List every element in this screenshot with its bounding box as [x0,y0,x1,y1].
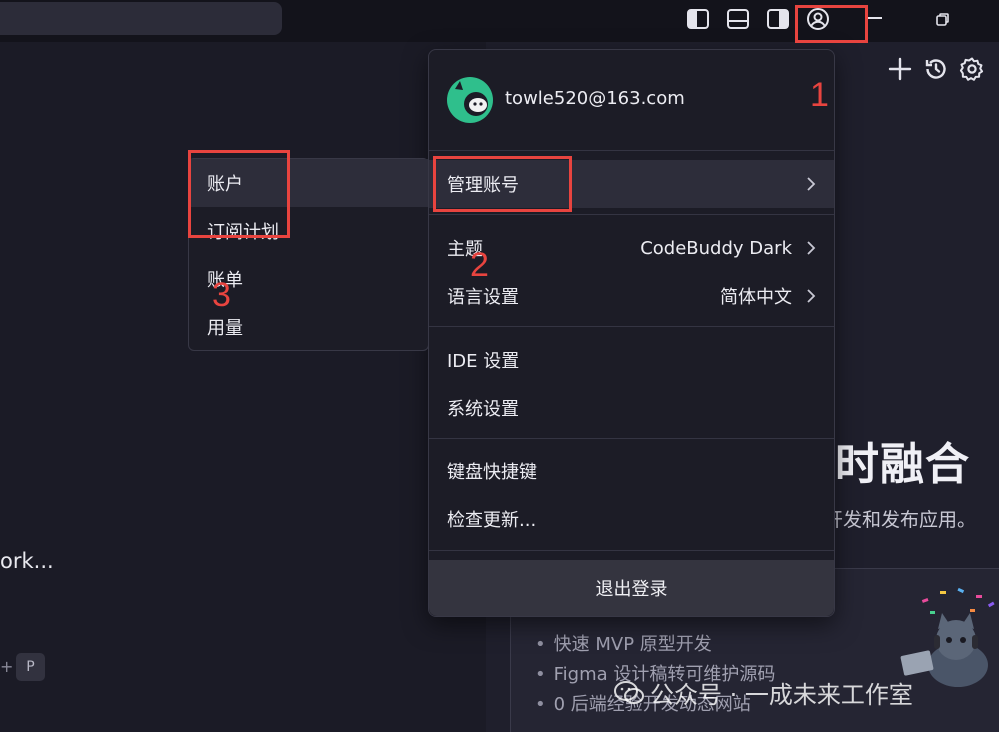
toggle-left-panel-icon[interactable] [684,5,712,33]
annotation-number-3: 3 [212,276,231,314]
user-avatar [447,77,493,123]
keyboard-shortcuts-label: 键盘快捷键 [447,462,537,483]
divider [429,550,834,551]
watermark-text: 公众号 · 一成未来工作室 [650,681,913,709]
account-popup-menu: towle520@163.com 管理账号 主题 CodeBuddy Dark … [428,49,835,617]
divider [429,214,834,215]
system-settings-label: 系统设置 [447,399,519,420]
feature-item: 快速 MVP 原型开发 [535,630,775,660]
history-icon[interactable] [923,56,949,82]
divider [429,150,834,151]
wechat-icon [614,680,644,704]
ide-settings-label: IDE 设置 [447,351,520,372]
check-updates-item[interactable]: 检查更新... [429,495,834,543]
toggle-bottom-panel-icon[interactable] [724,5,752,33]
system-settings-item[interactable]: 系统设置 [429,384,834,432]
language-label: 语言设置 [447,287,519,308]
language-value: 简体中文 [720,287,792,308]
shortcut-plus: + [0,657,14,676]
annotation-box-1 [795,5,868,43]
annotation-number-2: 2 [470,246,489,284]
annotation-box-2 [433,156,572,212]
theme-value: CodeBuddy Dark [640,237,792,259]
left-pane [0,42,486,732]
account-email: towle520@163.com [505,88,685,109]
ide-settings-item[interactable]: IDE 设置 [429,336,834,384]
divider [429,326,834,327]
logout-button[interactable]: 退出登录 [429,560,834,616]
language-item[interactable]: 语言设置 简体中文 [429,272,834,320]
hero-title: 时融合 [835,439,970,490]
check-updates-label: 检查更新... [447,510,537,531]
minimize-icon[interactable] [868,17,882,19]
recent-item-text[interactable]: ork... [0,549,54,573]
divider [429,438,834,439]
plus-icon[interactable] [887,56,913,82]
mascot-cat-image [900,587,995,687]
hero-subtitle: 开发和发布应用。 [824,509,977,531]
command-search-bar[interactable] [0,2,282,35]
watermark: 公众号 · 一成未来工作室 [614,675,913,710]
settings-gear-icon[interactable] [959,56,985,82]
chevron-right-icon [807,241,816,255]
chevron-right-icon [807,289,816,303]
chevron-right-icon [807,177,816,191]
annotation-number-1: 1 [810,76,829,114]
shortcut-key: P [16,653,45,681]
toggle-right-panel-icon[interactable] [764,5,792,33]
annotation-box-3 [188,150,290,238]
keyboard-shortcuts-item[interactable]: 键盘快捷键 [429,447,834,495]
restore-icon[interactable] [936,11,949,26]
theme-item[interactable]: 主题 CodeBuddy Dark [429,224,834,272]
